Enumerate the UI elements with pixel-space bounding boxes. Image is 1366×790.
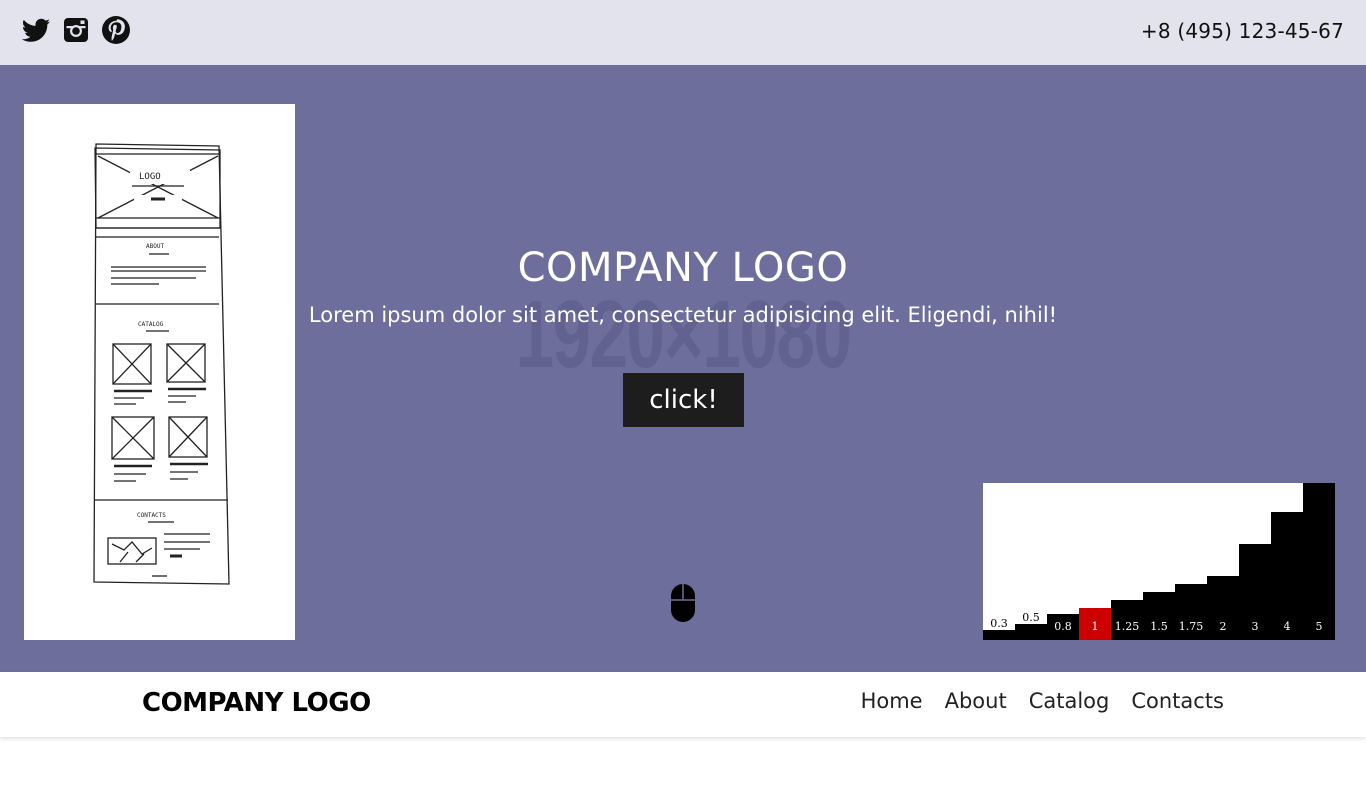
- hero-title: COMPANY LOGO: [517, 245, 849, 291]
- scale-step-label: 2: [1220, 620, 1227, 633]
- mouse-scroll-icon[interactable]: [670, 583, 696, 623]
- social-links: [20, 14, 132, 46]
- scale-step-label: 1.5: [1150, 620, 1168, 633]
- hero-subtitle: Lorem ipsum dolor sit amet, consectetur …: [308, 303, 1058, 327]
- main-navbar: COMPANY LOGO Home About Catalog Contacts: [0, 672, 1366, 737]
- hero-section: LOGO ABOUT CATALOG CONTACTS 1920×1080 CO…: [0, 65, 1366, 672]
- sketch-contacts-label: CONTACTS: [137, 512, 166, 519]
- nav-item-catalog[interactable]: Catalog: [1029, 689, 1110, 713]
- scale-step-label: 5: [1316, 620, 1323, 633]
- nav-item-about[interactable]: About: [945, 689, 1007, 713]
- nav-brand-logo[interactable]: COMPANY LOGO: [142, 688, 371, 718]
- scale-step: [983, 630, 1015, 640]
- placeholder-size-watermark: 1920×1080: [515, 281, 852, 388]
- scale-reference-graphic: 0.3 0.5 0.8 1 1.25 1.5 1.75 2 3 4 5: [983, 483, 1335, 640]
- scale-step: [1303, 483, 1335, 640]
- scale-step-label: 0.5: [1022, 611, 1040, 624]
- scale-step-label: 1.75: [1179, 620, 1204, 633]
- nav-item-contacts[interactable]: Contacts: [1131, 689, 1224, 713]
- scale-step-label: 1: [1092, 620, 1099, 633]
- nav-item-home[interactable]: Home: [861, 689, 923, 713]
- twitter-icon[interactable]: [20, 14, 52, 46]
- scale-step-label: 1.25: [1115, 620, 1140, 633]
- phone-number[interactable]: +8 (495) 123-45-67: [1141, 19, 1344, 43]
- scale-step-label: 0.3: [990, 617, 1008, 630]
- instagram-icon[interactable]: [60, 14, 92, 46]
- sketch-logo-label: LOGO: [139, 172, 161, 182]
- scale-step: [1015, 624, 1047, 640]
- pinterest-icon[interactable]: [100, 14, 132, 46]
- nav-menu: Home About Catalog Contacts: [861, 689, 1224, 713]
- scale-step-label: 4: [1284, 620, 1291, 633]
- scale-step-label: 3: [1252, 620, 1259, 633]
- top-bar: +8 (495) 123-45-67: [0, 0, 1366, 65]
- scale-step-label: 0.8: [1054, 620, 1072, 633]
- click-button[interactable]: click!: [623, 373, 744, 427]
